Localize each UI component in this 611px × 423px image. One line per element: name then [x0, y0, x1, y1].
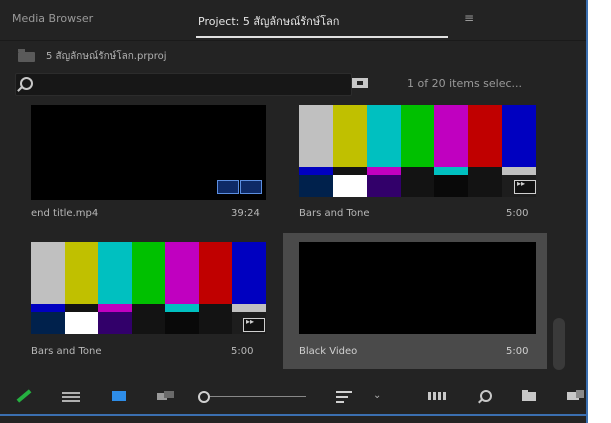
color-bar	[165, 242, 200, 304]
panel-tab-bar: Media Browser Project: 5 สัญลักษณ์รักษ์โ…	[0, 0, 586, 41]
project-item[interactable]: end title.mp4 39:24	[15, 105, 277, 231]
project-file-name: 5 สัญลักษณ์รักษ์โลก.prproj	[46, 51, 167, 62]
color-bar	[434, 167, 469, 175]
window-margin	[588, 0, 611, 423]
color-bars-image	[299, 105, 536, 197]
color-bar	[400, 167, 436, 175]
color-bar	[64, 242, 99, 304]
project-folder-icon	[18, 49, 35, 62]
color-bar	[299, 167, 334, 175]
color-bar	[502, 105, 536, 167]
color-bar	[434, 175, 469, 197]
color-bar	[64, 312, 99, 334]
color-bar	[434, 105, 469, 167]
project-item-selected[interactable]: Black Video 5:00	[283, 233, 547, 369]
item-name: end title.mp4	[31, 208, 99, 219]
color-bar	[400, 105, 436, 167]
automate-to-sequence-icon[interactable]	[428, 392, 446, 400]
color-bar	[165, 312, 200, 334]
new-item-icon[interactable]	[567, 390, 584, 402]
color-bar	[332, 105, 368, 167]
search-icon	[20, 77, 33, 90]
color-bar	[31, 242, 66, 304]
color-bar	[400, 175, 436, 197]
color-bar	[299, 105, 334, 167]
color-bar	[198, 242, 234, 304]
sort-icon[interactable]	[336, 391, 352, 403]
search-input[interactable]	[36, 75, 340, 95]
project-item[interactable]: Bars and Tone 5:00	[15, 237, 277, 367]
color-bar	[31, 304, 66, 312]
item-thumbnail	[299, 242, 536, 334]
vertical-scrollbar[interactable]	[553, 318, 565, 370]
color-bar	[332, 175, 368, 197]
color-bar	[468, 175, 503, 197]
color-bars-image	[31, 242, 266, 334]
find-icon[interactable]	[480, 390, 492, 402]
panel-menu-icon[interactable]: ≡	[464, 11, 474, 25]
list-view-icon[interactable]	[62, 392, 80, 402]
item-duration: 5:00	[506, 346, 529, 357]
color-bar	[502, 167, 536, 175]
color-bar	[366, 105, 402, 167]
color-bar	[232, 304, 266, 312]
color-bar	[232, 242, 266, 304]
color-bar	[98, 304, 133, 312]
tab-media-browser[interactable]: Media Browser	[12, 12, 93, 25]
project-panel: Media Browser Project: 5 สัญลักษณ์รักษ์โ…	[0, 0, 588, 423]
item-duration: 39:24	[231, 208, 260, 219]
color-bar	[366, 167, 402, 175]
item-name: Bars and Tone	[31, 346, 102, 357]
item-thumbnail	[31, 242, 266, 334]
color-bar	[98, 242, 133, 304]
new-bin-icon[interactable]	[522, 390, 536, 401]
color-bar	[131, 304, 166, 312]
color-bar	[98, 312, 133, 334]
color-bar	[468, 167, 503, 175]
item-duration: 5:00	[231, 346, 254, 357]
active-tab-indicator	[196, 36, 448, 38]
new-search-bin-icon[interactable]	[352, 78, 368, 88]
color-bar	[468, 105, 503, 167]
color-bar	[64, 304, 99, 312]
zoom-slider-knob[interactable]	[198, 391, 210, 403]
freeform-view-icon[interactable]	[157, 391, 175, 401]
color-bar	[332, 167, 368, 175]
color-bar	[299, 175, 334, 197]
zoom-slider-track[interactable]	[210, 396, 306, 397]
video-audio-badge-icon	[217, 180, 263, 194]
video-badge-icon	[514, 179, 536, 194]
project-item[interactable]: Bars and Tone 5:00	[283, 105, 547, 231]
color-bar	[198, 304, 234, 312]
item-count-status: 1 of 20 items selec...	[407, 77, 523, 90]
tab-project[interactable]: Project: 5 สัญลักษณ์รักษ์โลก	[198, 12, 339, 30]
video-badge-icon	[243, 317, 265, 332]
item-name: Bars and Tone	[299, 208, 370, 219]
color-bar	[31, 312, 66, 334]
project-path-row: 5 สัญลักษณ์รักษ์โลก.prproj	[0, 40, 586, 72]
item-duration: 5:00	[506, 208, 529, 219]
color-bar	[198, 312, 234, 334]
color-bar	[366, 175, 402, 197]
color-bar	[131, 242, 166, 304]
item-thumbnail	[299, 105, 536, 197]
panel-focus-border	[0, 414, 588, 416]
color-bar	[131, 312, 166, 334]
zoom-slider[interactable]	[198, 390, 308, 403]
item-name: Black Video	[299, 346, 358, 357]
icon-view-icon[interactable]	[112, 391, 126, 401]
color-bar	[165, 304, 200, 312]
chevron-down-icon[interactable]: ⌄	[373, 390, 381, 401]
